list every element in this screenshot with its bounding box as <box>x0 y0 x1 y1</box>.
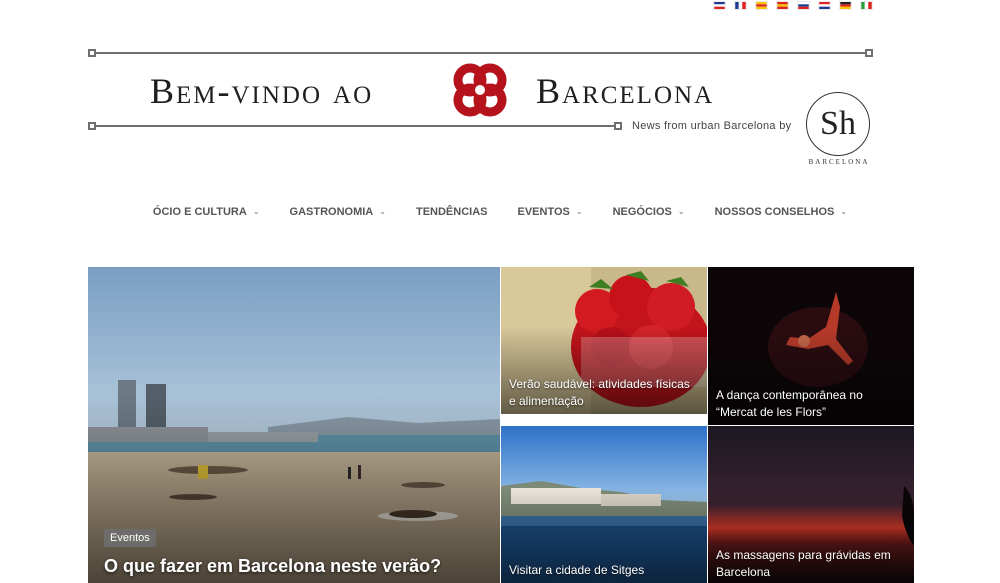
spanish-flag[interactable] <box>776 1 789 10</box>
nav-item-label: Nossos conselhos <box>714 206 835 218</box>
main-nav: Ócio e cultura ⌄ Gastronomia ⌄ Tendências Eve… <box>0 206 1000 218</box>
english-flag[interactable] <box>713 1 726 10</box>
chevron-down-icon: ⌄ <box>379 206 386 216</box>
site-title-left: Bem-vindo ao <box>150 71 374 111</box>
catalan-flag[interactable] <box>755 1 768 10</box>
featured-article[interactable]: Eventos O que fazer em Barcelona neste v… <box>88 267 500 583</box>
chevron-down-icon: ⌄ <box>252 206 260 216</box>
nav-item-label: Ócio e cultura <box>152 206 247 218</box>
nav-item-label: Negócios <box>612 206 672 218</box>
nav-item[interactable]: Ócio e cultura ⌄ <box>138 206 275 218</box>
language-selector <box>713 1 873 10</box>
site-title-right: Barcelona <box>536 71 715 111</box>
article-card[interactable]: Verão saudável: atividades físicas e ali… <box>501 267 707 414</box>
article-title[interactable]: Visitar a cidade de Sitges <box>509 562 697 579</box>
nav-item[interactable]: Nossos conselhos ⌄ <box>700 206 863 218</box>
banner-corner <box>614 122 622 130</box>
chevron-down-icon: ⌄ <box>575 206 583 216</box>
site-tagline: News from urban Barcelona by <box>632 120 792 132</box>
banner-top-line <box>92 52 870 54</box>
nav-item[interactable]: Gastronomia ⌄ <box>275 206 401 218</box>
article-title[interactable]: Verão saudável: atividades físicas e ali… <box>509 376 697 410</box>
banner-corner <box>865 49 873 57</box>
german-flag[interactable] <box>839 1 852 10</box>
image-shade <box>88 393 500 583</box>
french-flag[interactable] <box>734 1 747 10</box>
nav-item-label: Eventos <box>517 206 570 218</box>
nav-item-label: Tendências <box>415 206 488 218</box>
featured-article-title[interactable]: O que fazer em Barcelona neste verão? <box>104 556 441 577</box>
nav-item-label: Gastronomia <box>289 206 374 218</box>
banner-corner <box>88 49 96 57</box>
article-card[interactable]: A dança contemporânea no “Mercat de les … <box>708 267 914 425</box>
category-badge[interactable]: Eventos <box>104 529 156 547</box>
banner-corner <box>88 122 96 130</box>
sh-logo[interactable]: Sh <box>806 92 870 156</box>
italian-flag[interactable] <box>860 1 873 10</box>
site-banner[interactable]: Bem-vindo ao Barcelona News from urban B… <box>88 48 888 178</box>
banner-bottom-line <box>92 125 618 127</box>
barcelona-flower-logo <box>453 63 507 117</box>
russian-flag[interactable] <box>797 1 810 10</box>
chevron-down-icon: ⌄ <box>677 206 685 216</box>
article-card[interactable]: As massagens para grávidas em Barcelona <box>708 426 914 583</box>
article-card[interactable]: Visitar a cidade de Sitges <box>501 426 707 583</box>
chevron-down-icon: ⌄ <box>840 206 848 216</box>
sh-logo-subtitle: BARCELONA <box>808 158 870 166</box>
article-title[interactable]: A dança contemporânea no “Mercat de les … <box>716 387 904 421</box>
article-title[interactable]: As massagens para grávidas em Barcelona <box>716 547 904 581</box>
nav-item[interactable]: Eventos ⌄ <box>502 206 597 218</box>
nav-item[interactable]: Negócios ⌄ <box>598 206 700 218</box>
dutch-flag[interactable] <box>818 1 831 10</box>
nav-item[interactable]: Tendências <box>401 206 503 218</box>
